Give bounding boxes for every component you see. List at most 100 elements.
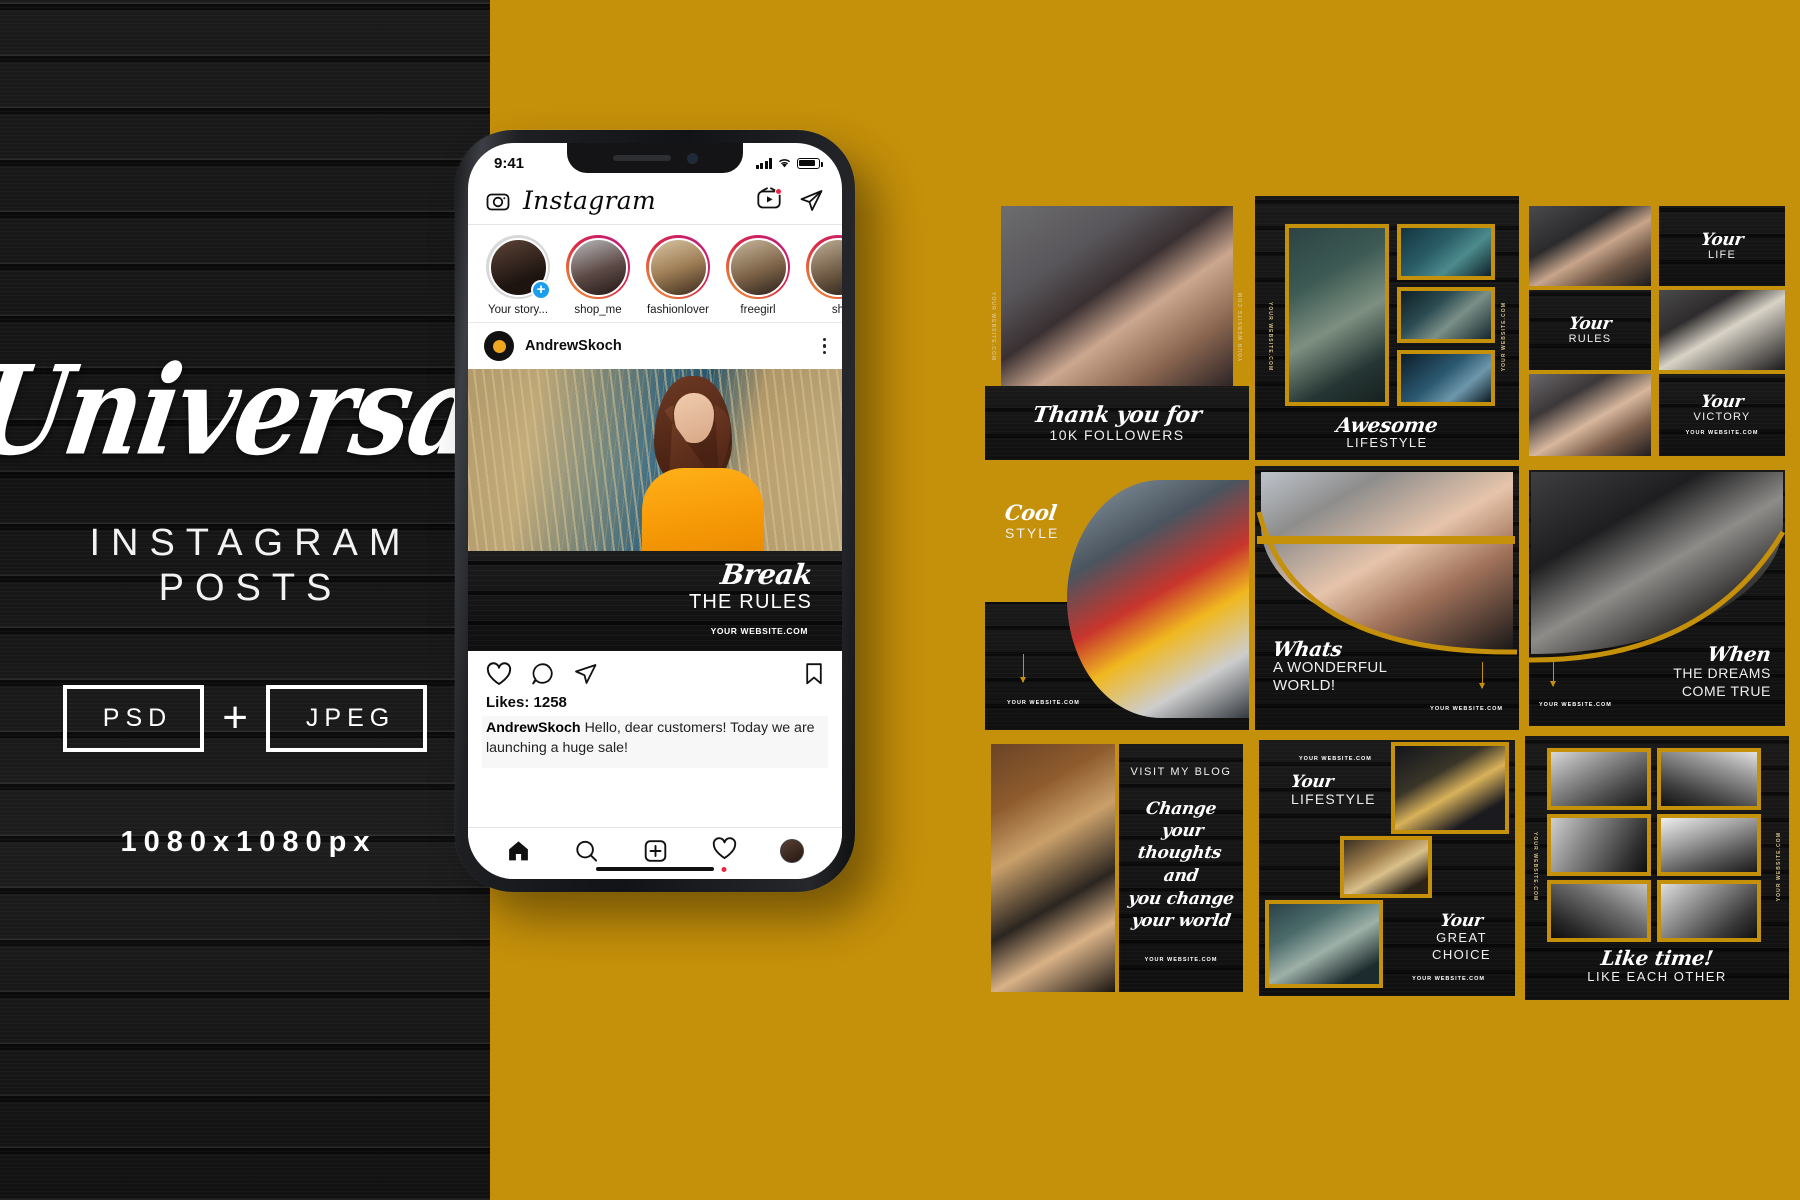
tile-script-text: Your xyxy=(1289,772,1335,792)
tile-sub-text: LIFE xyxy=(1707,248,1737,261)
tile-script-text: Awesome xyxy=(1334,413,1440,437)
caption-username[interactable]: AndrewSkoch xyxy=(486,720,581,736)
tile-script-text: Cool xyxy=(1003,500,1059,525)
tile-website-text: YOUR WEBSITE.COM xyxy=(1776,832,1782,902)
speaker-grille-icon xyxy=(612,155,671,161)
story-label: shop_me xyxy=(574,304,622,316)
story-label: fashionlover xyxy=(646,304,709,316)
tile-heading: VISIT MY BLOG xyxy=(1130,766,1232,778)
post-header: AndrewSkoch xyxy=(468,323,842,369)
tile-quote-line: you change xyxy=(1126,888,1236,909)
tile-quote-line: Change xyxy=(1144,799,1218,819)
overlay-script-text: Break xyxy=(718,558,815,591)
tile-website-text: YOUR WEBSITE.COM xyxy=(1430,706,1503,712)
paper-plane-icon[interactable] xyxy=(573,662,598,686)
tile-sub-line1: GREAT xyxy=(1436,930,1487,946)
subtitle-posts: POSTS xyxy=(158,567,343,609)
template-wonderful-world[interactable]: Whats A WONDERFUL WORLD! YOUR WEBSITE.CO… xyxy=(1255,466,1519,730)
add-post-icon[interactable] xyxy=(643,839,668,863)
template-like-time[interactable]: Like time! LIKE EACH OTHER YOUR WEBSITE.… xyxy=(1525,736,1789,1000)
bottom-tabbar[interactable] xyxy=(468,827,842,879)
tile-website-text: YOUR WEBSITE.COM xyxy=(1532,832,1538,902)
post-image: Break THE RULES YOUR WEBSITE.COM xyxy=(468,369,842,651)
post-photo xyxy=(468,369,842,551)
tile-script-text: When xyxy=(1706,641,1773,666)
page-title: Universal xyxy=(0,338,490,484)
template-thank-you[interactable]: Thank you for 10K FOLLOWERS YOUR WEBSITE… xyxy=(985,196,1249,460)
tile-website-text: YOUR WEBSITE.COM xyxy=(1267,302,1273,372)
tile-website-text: YOUR WEBSITE.COM xyxy=(1299,756,1372,762)
phone-screen: 9:41 Instagram + Your story... shop_me f… xyxy=(468,143,842,879)
instagram-header: Instagram xyxy=(468,177,842,225)
tile-website-text: YOUR WEBSITE.COM xyxy=(1412,976,1485,982)
heart-icon[interactable] xyxy=(486,662,512,686)
tile-script-text: Your xyxy=(1567,313,1613,334)
tile-script-text: Whats xyxy=(1271,636,1344,661)
story-label: Your story... xyxy=(487,304,549,316)
front-camera-icon xyxy=(686,152,698,164)
overlay-sub-text: THE RULES xyxy=(688,591,812,613)
story-item[interactable]: sh xyxy=(804,235,842,316)
wifi-icon xyxy=(778,159,791,168)
tile-website-text: YOUR WEBSITE.COM xyxy=(1144,956,1218,963)
tile-sub-text: VICTORY xyxy=(1693,411,1751,423)
stories-tray[interactable]: + Your story... shop_me fashionlover fre… xyxy=(468,225,842,323)
tile-sub-text: LIKE EACH OTHER xyxy=(1587,969,1727,984)
template-visit-my-blog[interactable]: VISIT MY BLOG Change your thoughts and y… xyxy=(985,736,1249,1000)
plus-separator-icon: + xyxy=(222,692,248,742)
search-icon[interactable] xyxy=(574,839,599,863)
bookmark-icon[interactable] xyxy=(804,662,824,686)
avatar[interactable] xyxy=(484,331,514,361)
tile-sub-text: LIFESTYLE xyxy=(1291,791,1376,807)
more-options-icon[interactable] xyxy=(822,338,826,354)
post-username[interactable]: AndrewSkoch xyxy=(525,338,812,354)
post-actions xyxy=(468,651,842,692)
story-item[interactable]: + Your story... xyxy=(484,235,552,316)
tile-quote-line: your thoughts xyxy=(1136,821,1223,864)
story-item[interactable]: fashionlover xyxy=(644,235,712,316)
down-arrow-icon xyxy=(1479,662,1485,689)
gold-curve-decoration xyxy=(1256,511,1518,655)
comment-icon[interactable] xyxy=(530,662,555,686)
status-time: 9:41 xyxy=(494,154,525,172)
badge-jpeg: JPEG xyxy=(265,684,428,752)
phone-mockup: 9:41 Instagram + Your story... shop_me f… xyxy=(455,130,855,900)
tile-sub-line1: THE DREAMS xyxy=(1673,664,1771,681)
home-indicator xyxy=(596,867,714,871)
likes-count: Likes: 1258 xyxy=(486,694,567,711)
instagram-logo: Instagram xyxy=(523,186,657,215)
tile-script-text: Like time! xyxy=(1599,946,1715,970)
template-cool-style[interactable]: Cool STYLE YOUR WEBSITE.COM xyxy=(985,466,1249,730)
tile-quote-line: and xyxy=(1162,866,1200,887)
paper-plane-icon[interactable] xyxy=(799,189,824,213)
igtv-icon[interactable] xyxy=(757,187,782,214)
template-awesome-lifestyle[interactable]: Awesome LIFESTYLE YOUR WEBSITE.COM YOUR … xyxy=(1255,196,1519,460)
signal-bars-icon xyxy=(755,157,772,169)
badge-psd: PSD xyxy=(62,684,205,752)
story-item[interactable]: freegirl xyxy=(724,235,792,316)
tile-website-text: YOUR WEBSITE.COM xyxy=(1238,292,1244,362)
tile-script-text: Your xyxy=(1699,392,1745,412)
activity-heart-icon[interactable] xyxy=(712,836,737,872)
tile-website-text: YOUR WEBSITE.COM xyxy=(1539,702,1612,708)
home-icon[interactable] xyxy=(506,839,531,863)
tile-sub-line1: A WONDERFUL xyxy=(1273,658,1388,676)
tile-website-text: YOUR WEBSITE.COM xyxy=(1501,302,1507,372)
left-dark-wood-panel: Universal INSTAGRAM POSTS PSD + JPEG 108… xyxy=(0,0,490,1200)
story-label: freegirl xyxy=(740,304,776,316)
dimensions-label: 1080x1080px xyxy=(120,825,377,858)
format-badges: PSD + JPEG xyxy=(62,684,428,752)
down-arrow-icon xyxy=(1020,654,1026,683)
template-your-lifestyle-choice[interactable]: Your LIFESTYLE YOUR WEBSITE.COM Your GRE… xyxy=(1255,736,1519,1000)
template-your-life-rules-victory[interactable]: Your LIFE Your RULES Your VICTORY YOUR W… xyxy=(1525,196,1789,460)
post-caption: AndrewSkoch Hello, dear customers! Today… xyxy=(482,716,828,769)
overlay-website-text: YOUR WEBSITE.COM xyxy=(710,626,808,636)
tile-website-text: YOUR WEBSITE.COM xyxy=(1007,700,1080,706)
poster-canvas: Universal INSTAGRAM POSTS PSD + JPEG 108… xyxy=(0,0,1800,1200)
story-item[interactable]: shop_me xyxy=(564,235,632,316)
profile-avatar-icon[interactable] xyxy=(780,838,805,863)
template-dreams-come-true[interactable]: When THE DREAMS COME TRUE YOUR WEBSITE.C… xyxy=(1525,466,1789,730)
camera-icon[interactable] xyxy=(486,189,510,213)
add-story-plus-icon[interactable]: + xyxy=(531,280,551,300)
tile-sub-text: STYLE xyxy=(1005,525,1060,541)
